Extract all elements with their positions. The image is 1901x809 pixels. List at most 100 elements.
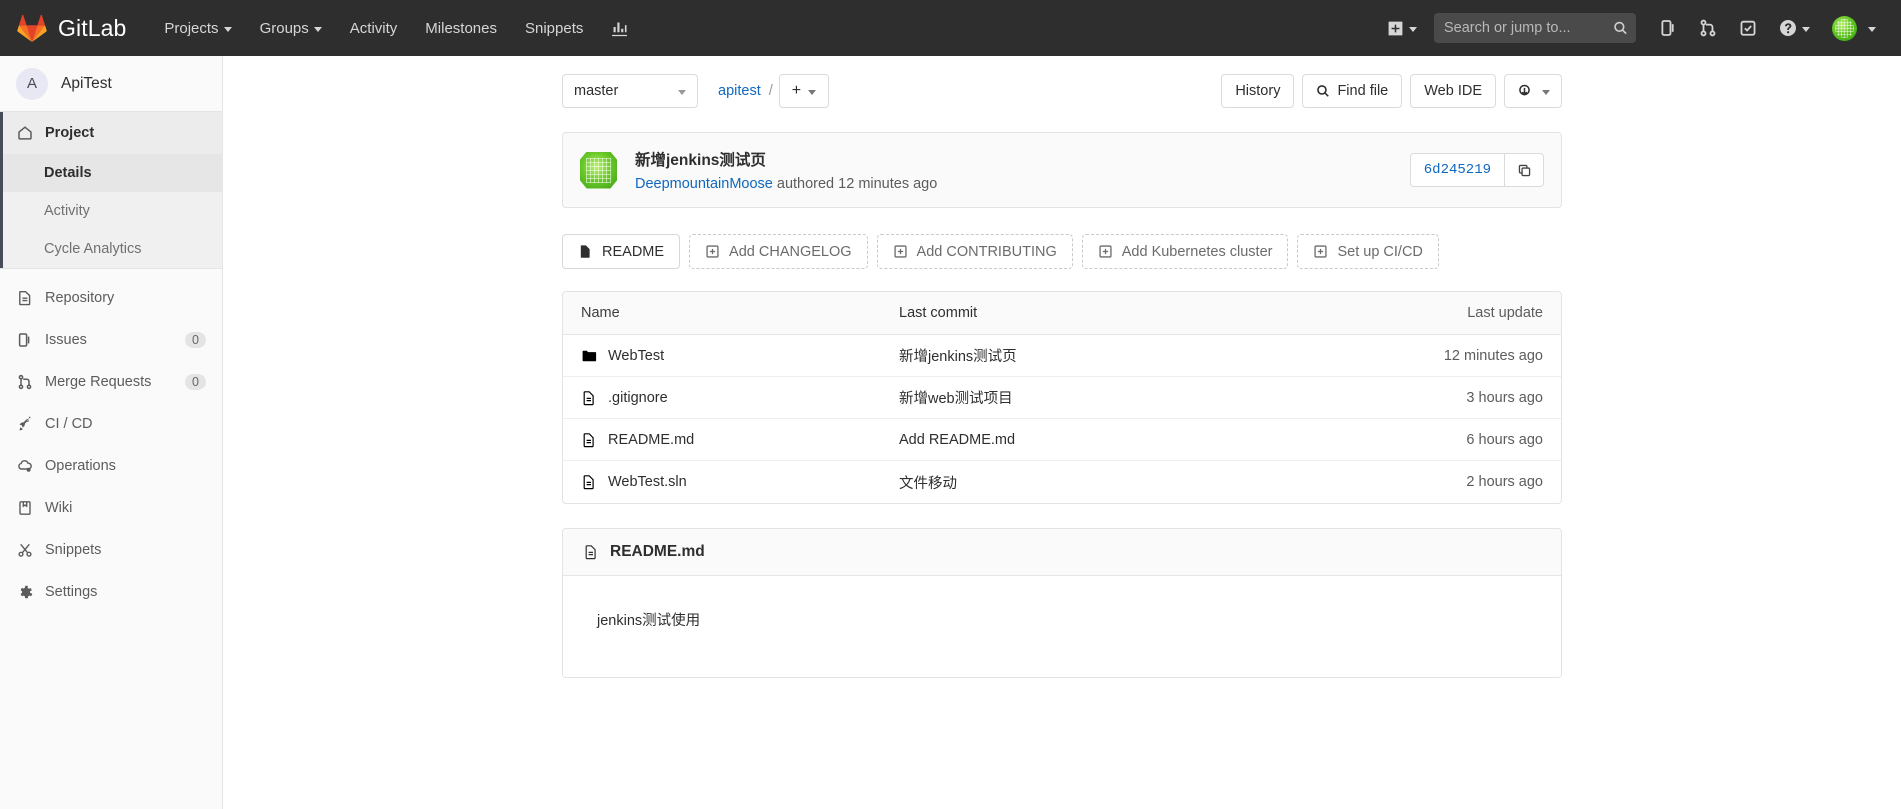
sidebar-item-activity[interactable]: Activity — [0, 192, 222, 230]
breadcrumb-root-link[interactable]: apitest — [718, 83, 761, 99]
history-button[interactable]: History — [1221, 74, 1295, 108]
file-name-cell: README.md — [581, 432, 899, 448]
breadcrumb-separator: / — [768, 83, 773, 99]
nav-groups[interactable]: Groups — [246, 0, 336, 56]
nav-snippets[interactable]: Snippets — [511, 0, 597, 56]
gear-icon — [16, 584, 33, 600]
last-commit-link[interactable]: Add README.md — [899, 432, 1015, 448]
web-ide-button[interactable]: Web IDE — [1410, 74, 1496, 108]
merge-request-icon — [1699, 19, 1717, 37]
nav-analytics[interactable] — [597, 0, 642, 56]
table-row[interactable]: WebTest.sln 文件移动 2 hours ago — [563, 461, 1561, 503]
last-commit-cell: 新增web测试项目 — [899, 387, 1393, 408]
sidebar-item-cycle-analytics[interactable]: Cycle Analytics — [0, 230, 222, 268]
plus-icon: + — [791, 82, 802, 99]
web-ide-button-label: Web IDE — [1424, 83, 1482, 99]
sidebar-item-details[interactable]: Details — [0, 154, 222, 192]
readme-title[interactable]: README.md — [610, 543, 705, 561]
last-commit-link[interactable]: 文件移动 — [899, 476, 957, 492]
book-icon — [16, 500, 33, 516]
project-name: ApiTest — [61, 74, 112, 92]
file-name-link[interactable]: WebTest.sln — [608, 474, 687, 490]
issues-icon — [1659, 19, 1677, 37]
add-kubernetes-cluster-label: Add Kubernetes cluster — [1121, 243, 1273, 260]
global-search-box[interactable] — [1434, 13, 1636, 43]
top-nav-right-actions — [1376, 0, 1901, 56]
repository-toolbar: master apitest / + History Find file Web… — [562, 72, 1562, 110]
last-update-cell: 3 hours ago — [1466, 389, 1543, 406]
user-menu-button[interactable] — [1821, 0, 1887, 56]
commit-message[interactable]: 新增jenkins测试页 — [635, 148, 937, 170]
commit-author-avatar — [580, 151, 617, 189]
gitlab-logo-link[interactable]: GitLab — [17, 14, 126, 42]
setup-ci-cd-button[interactable]: Set up CI/CD — [1297, 234, 1439, 269]
last-commit-cell: 新增jenkins测试页 — [899, 345, 1393, 366]
issues-shortcut-button[interactable] — [1648, 0, 1688, 56]
new-item-button[interactable] — [1376, 0, 1428, 56]
file-name-link[interactable]: WebTest — [608, 348, 664, 364]
last-commit-link[interactable]: 新增jenkins测试页 — [899, 349, 1017, 365]
table-row[interactable]: .gitignore 新增web测试项目 3 hours ago — [563, 377, 1561, 419]
add-changelog-button[interactable]: Add CHANGELOG — [689, 234, 868, 269]
sidebar-item-merge-requests-label: Merge Requests — [45, 374, 152, 390]
add-kubernetes-cluster-button[interactable]: Add Kubernetes cluster — [1081, 234, 1289, 269]
main-content-area: master apitest / + History Find file Web… — [223, 56, 1901, 809]
readme-header: README.md — [563, 529, 1561, 576]
sidebar-item-merge-requests[interactable]: Merge Requests 0 — [0, 361, 222, 403]
download-source-button[interactable] — [1504, 74, 1562, 108]
readme-button-label: README — [602, 243, 665, 260]
sidebar-item-wiki[interactable]: Wiki — [0, 487, 222, 529]
history-button-label: History — [1235, 83, 1281, 99]
todo-check-icon — [1739, 19, 1757, 37]
readme-button[interactable]: README — [562, 234, 681, 269]
repository-file-table: Name Last commit Last update WebTest 新增j… — [562, 291, 1562, 504]
sidebar-item-settings[interactable]: Settings — [0, 571, 222, 613]
search-input[interactable] — [1434, 13, 1636, 43]
add-contributing-button[interactable]: Add CONTRIBUTING — [876, 234, 1073, 269]
sidebar-item-details-label: Details — [44, 165, 92, 181]
repository-toolbar-actions: History Find file Web IDE — [1221, 74, 1562, 108]
nav-projects[interactable]: Projects — [150, 0, 245, 56]
file-document-icon — [578, 244, 593, 259]
sidebar-item-operations[interactable]: Operations — [0, 445, 222, 487]
plus-square-icon — [1098, 244, 1113, 259]
find-file-button[interactable]: Find file — [1302, 74, 1403, 108]
nav-activity[interactable]: Activity — [336, 0, 412, 56]
add-to-repository-button[interactable]: + — [778, 74, 830, 108]
readme-content: jenkins测试使用 — [563, 576, 1561, 678]
help-menu-button[interactable] — [1768, 0, 1821, 56]
question-circle-icon — [1779, 19, 1797, 37]
column-header-last-commit: Last commit — [899, 305, 978, 321]
nav-milestones[interactable]: Milestones — [411, 0, 511, 56]
commit-sha-link[interactable]: 6d245219 — [1409, 153, 1504, 187]
breadcrumb: apitest / — [718, 83, 773, 99]
file-name-link[interactable]: README.md — [608, 432, 694, 448]
sidebar-item-issues-label: Issues — [45, 332, 87, 348]
readme-text: jenkins测试使用 — [597, 613, 701, 629]
nav-projects-label: Projects — [164, 19, 219, 37]
sidebar-item-ci-cd[interactable]: CI / CD — [0, 403, 222, 445]
table-row[interactable]: WebTest 新增jenkins测试页 12 minutes ago — [563, 335, 1561, 377]
top-navigation-bar: GitLab Projects Groups Activity Mileston… — [0, 0, 1901, 56]
todos-shortcut-button[interactable] — [1728, 0, 1768, 56]
copy-sha-button[interactable] — [1504, 153, 1544, 187]
sidebar-item-repository[interactable]: Repository — [0, 277, 222, 319]
sidebar-item-activity-label: Activity — [44, 203, 90, 219]
rocket-icon — [16, 416, 33, 432]
commit-meta: DeepmountainMoose authored 12 minutes ag… — [635, 176, 937, 192]
file-name-link[interactable]: .gitignore — [608, 390, 668, 406]
merge-requests-shortcut-button[interactable] — [1688, 0, 1728, 56]
sidebar-item-issues[interactable]: Issues 0 — [0, 319, 222, 361]
commit-author-link[interactable]: DeepmountainMoose — [635, 176, 773, 192]
branch-selector[interactable]: master — [562, 74, 698, 108]
last-commit-link[interactable]: 新增web测试项目 — [899, 391, 1013, 407]
gitlab-brand-text: GitLab — [58, 14, 127, 41]
sidebar-item-project[interactable]: Project — [0, 112, 222, 154]
sidebar-project-subnav: Details Activity Cycle Analytics — [0, 154, 222, 269]
file-document-icon — [583, 544, 599, 560]
plus-square-icon — [1387, 20, 1404, 37]
table-row[interactable]: README.md Add README.md 6 hours ago — [563, 419, 1561, 461]
nav-snippets-label: Snippets — [524, 19, 584, 37]
sidebar-item-snippets[interactable]: Snippets — [0, 529, 222, 571]
sidebar-project-header[interactable]: A ApiTest — [0, 56, 222, 112]
